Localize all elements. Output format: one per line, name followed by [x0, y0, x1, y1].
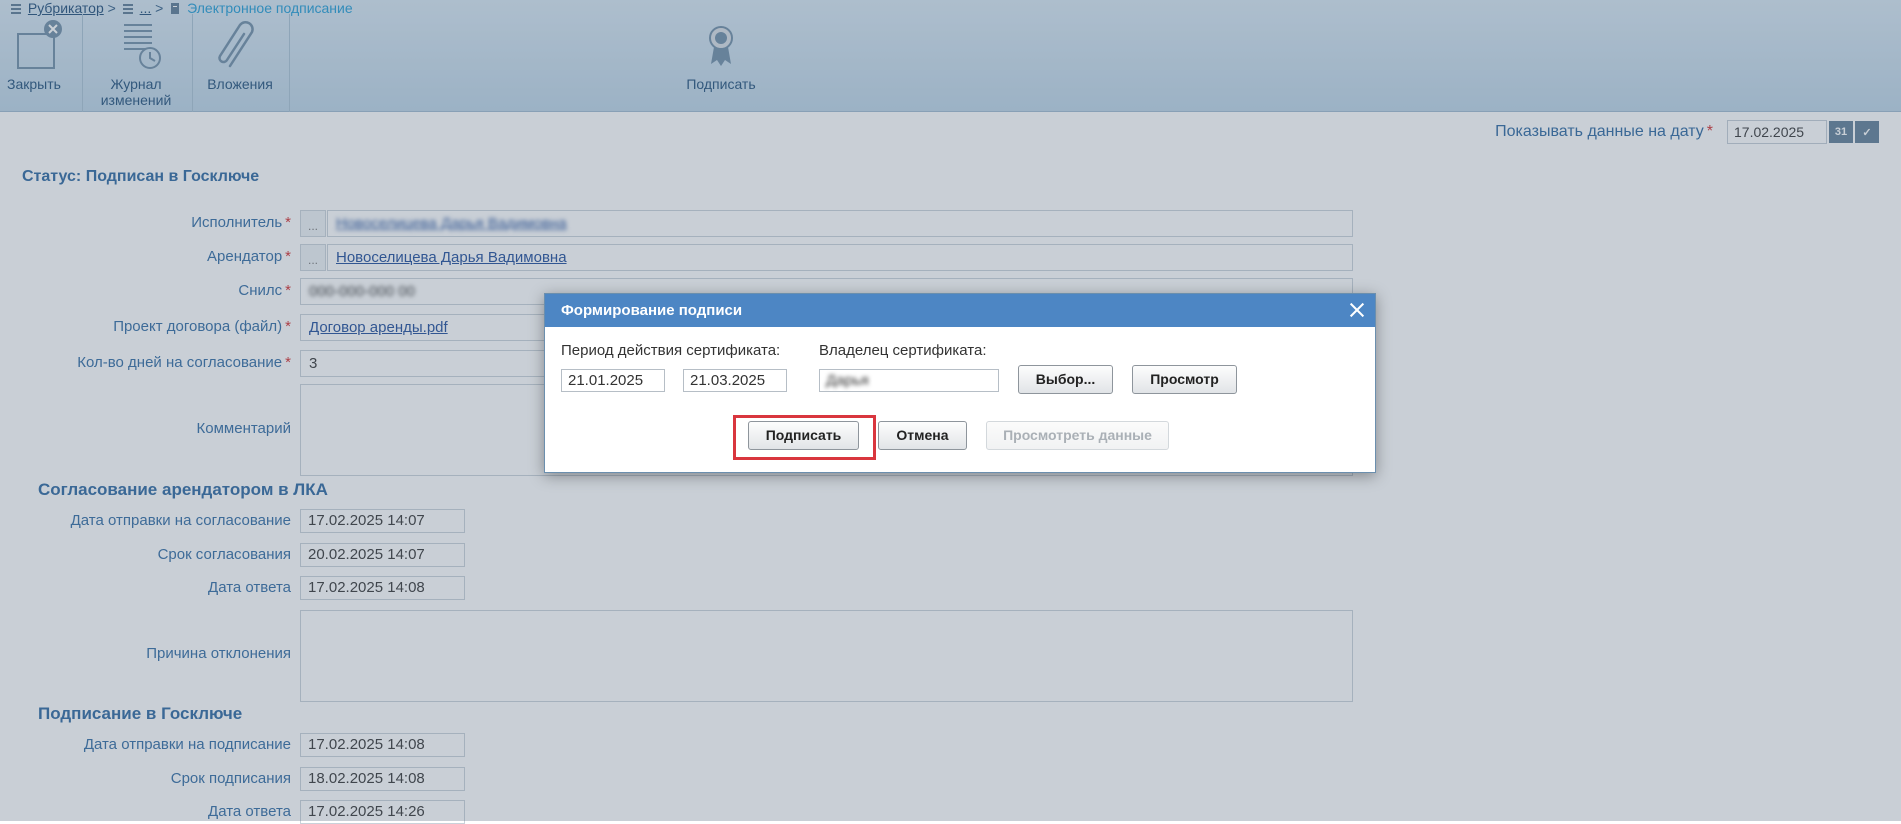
close-icon[interactable] [1349, 302, 1365, 318]
owner-input[interactable]: Дарья [819, 369, 999, 392]
cancel-button[interactable]: Отмена [878, 421, 967, 450]
period-label: Период действия сертификата: [561, 342, 781, 359]
date-from-input[interactable]: 21.01.2025 [561, 369, 665, 392]
sign-button-highlight [733, 415, 876, 460]
view-data-button[interactable]: Просмотреть данные [986, 421, 1169, 450]
dialog-title-bar: Формирование подписи [545, 294, 1375, 327]
date-to-input[interactable]: 21.03.2025 [683, 369, 787, 392]
view-button[interactable]: Просмотр [1132, 365, 1237, 394]
choose-button[interactable]: Выбор... [1018, 365, 1113, 394]
signature-dialog: Формирование подписи Период действия сер… [544, 293, 1376, 473]
owner-label: Владелец сертификата: [819, 342, 987, 359]
dialog-title: Формирование подписи [561, 302, 743, 319]
